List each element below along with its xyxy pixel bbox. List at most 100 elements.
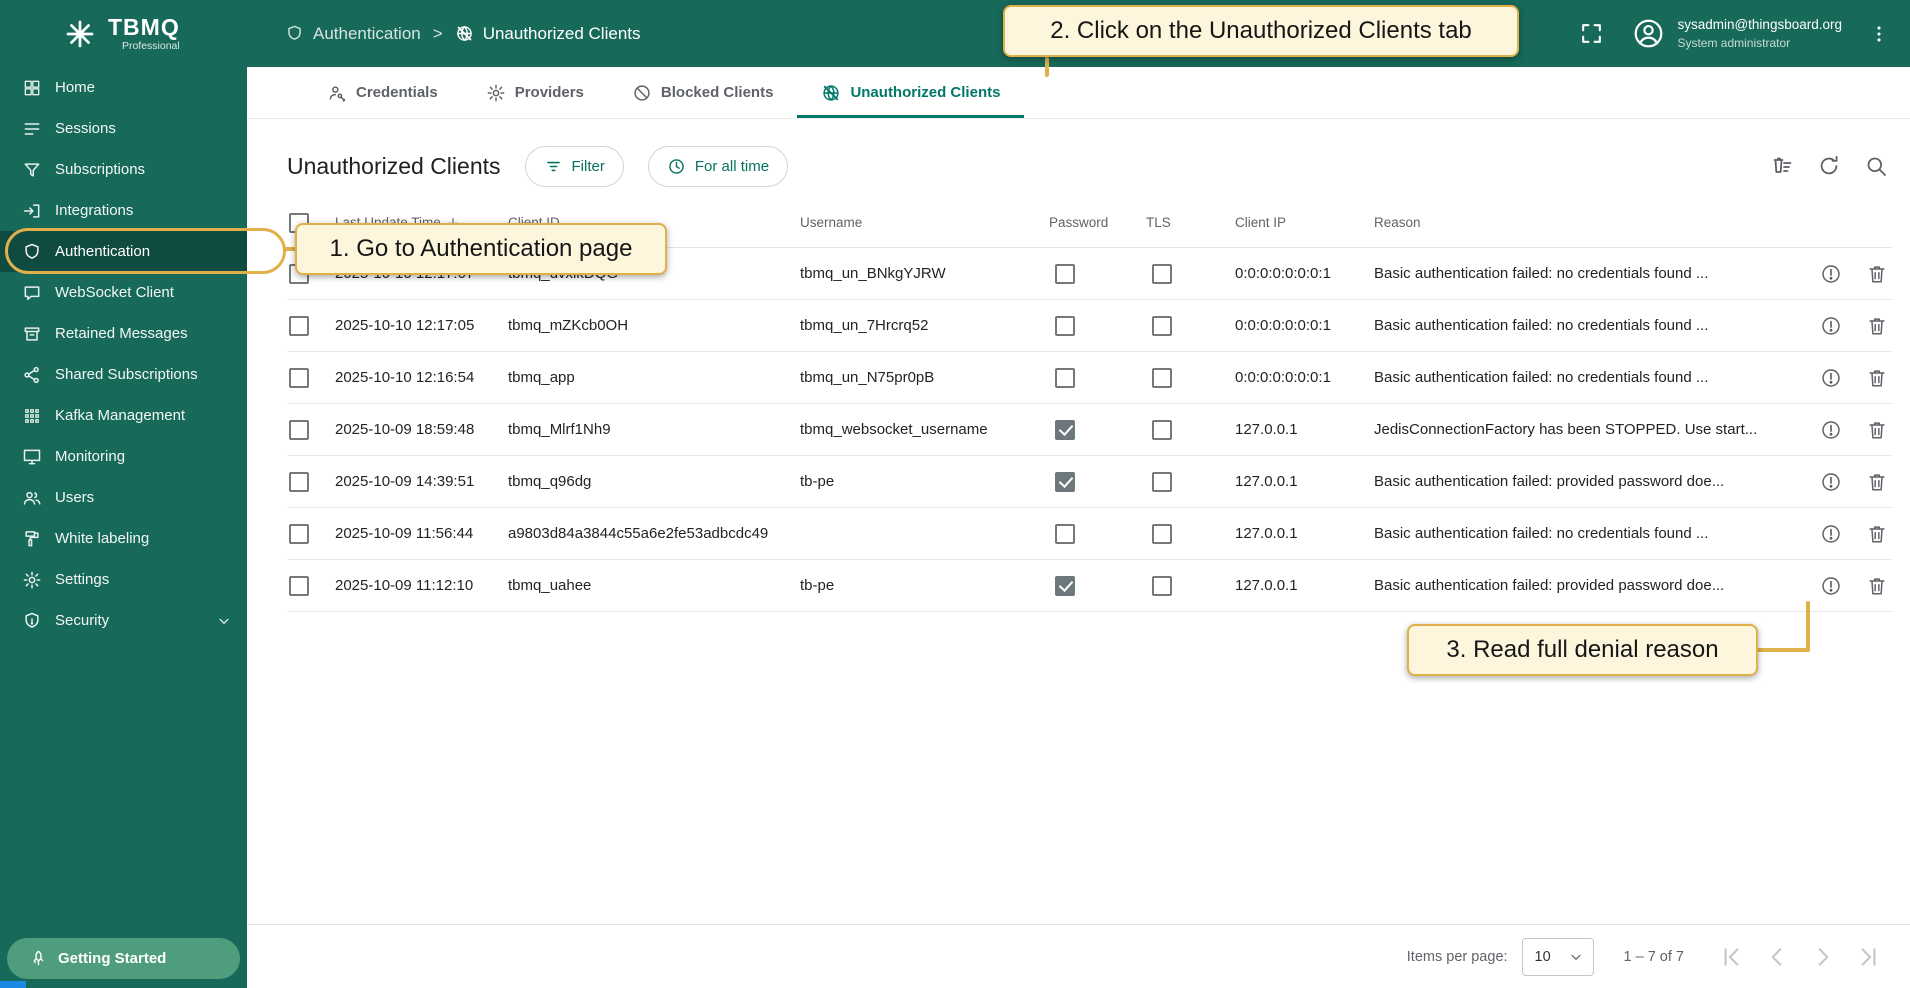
breadcrumb-page-label: Unauthorized Clients	[483, 24, 641, 44]
user-email: sysadmin@thingsboard.org	[1677, 17, 1842, 33]
reason-details-icon[interactable]	[1820, 419, 1842, 441]
tab-providers[interactable]: Providers	[462, 67, 608, 118]
avatar[interactable]	[1632, 17, 1665, 50]
sidebar-item-white-labeling[interactable]: White labeling	[0, 518, 247, 559]
delete-row-icon[interactable]	[1866, 367, 1888, 389]
delete-row-icon[interactable]	[1866, 315, 1888, 337]
cell-last-update-time: 2025-10-10 12:17:05	[335, 317, 508, 334]
sidebar-item-security[interactable]: Security	[0, 600, 247, 641]
reason-details-icon[interactable]	[1820, 367, 1842, 389]
cell-last-update-time: 2025-10-10 12:16:54	[335, 369, 508, 386]
tab-credentials[interactable]: Credentials	[303, 67, 462, 118]
table-row[interactable]: 2025-10-09 18:59:48 tbmq_Mlrf1Nh9 tbmq_w…	[287, 404, 1892, 456]
shield-icon	[285, 24, 304, 43]
sidebar-item-label: Monitoring	[55, 448, 125, 465]
cell-username: tb-pe	[800, 577, 1049, 594]
breadcrumb-authentication[interactable]: Authentication	[285, 24, 421, 44]
password-checkbox	[1055, 576, 1075, 596]
row-checkbox[interactable]	[289, 524, 309, 544]
row-checkbox[interactable]	[289, 316, 309, 336]
password-checkbox	[1055, 316, 1075, 336]
reason-details-icon[interactable]	[1820, 523, 1842, 545]
sidebar-item-label: Kafka Management	[55, 407, 185, 424]
cell-last-update-time: 2025-10-09 11:12:10	[335, 577, 508, 594]
first-page-icon[interactable]	[1718, 944, 1744, 970]
sidebar-item-shared-subscriptions[interactable]: Shared Subscriptions	[0, 354, 247, 395]
row-checkbox[interactable]	[289, 420, 309, 440]
tab-blocked-clients[interactable]: Blocked Clients	[608, 67, 798, 118]
sidebar-item-label: Shared Subscriptions	[55, 366, 198, 383]
sidebar-item-subscriptions[interactable]: Subscriptions	[0, 149, 247, 190]
providers-icon	[486, 83, 506, 103]
cell-last-update-time: 2025-10-09 18:59:48	[335, 421, 508, 438]
callout-step1: 1. Go to Authentication page	[295, 223, 667, 275]
delete-row-icon[interactable]	[1866, 471, 1888, 493]
filter-button[interactable]: Filter	[525, 146, 624, 187]
row-checkbox[interactable]	[289, 368, 309, 388]
user-role: System administrator	[1677, 35, 1842, 51]
sidebar-item-integrations[interactable]: Integrations	[0, 190, 247, 231]
column-header-client-ip: Client IP	[1235, 215, 1374, 230]
cell-client-id: tbmq_Mlrf1Nh9	[508, 421, 800, 438]
sidebar-item-home[interactable]: Home	[0, 67, 247, 108]
sidebar-item-settings[interactable]: Settings	[0, 559, 247, 600]
column-header-reason: Reason	[1374, 215, 1788, 230]
sidebar-item-label: Users	[55, 489, 94, 506]
delete-row-icon[interactable]	[1866, 263, 1888, 285]
getting-started-button[interactable]: Getting Started	[7, 938, 240, 979]
time-range-button[interactable]: For all time	[648, 146, 788, 187]
reason-details-icon[interactable]	[1820, 471, 1842, 493]
table-row[interactable]: 2025-10-09 11:56:44 a9803d84a3844c55a6e2…	[287, 508, 1892, 560]
search-icon[interactable]	[1864, 154, 1888, 178]
cell-client-id: tbmq_mZKcb0OH	[508, 317, 800, 334]
pagination-nav	[1718, 944, 1882, 970]
tls-checkbox	[1152, 420, 1172, 440]
delete-row-icon[interactable]	[1866, 575, 1888, 597]
delete-row-icon[interactable]	[1866, 419, 1888, 441]
cell-reason: Basic authentication failed: no credenti…	[1374, 369, 1788, 386]
table-row[interactable]: 2025-10-10 12:17:05 tbmq_mZKcb0OH tbmq_u…	[287, 300, 1892, 352]
fullscreen-icon[interactable]	[1579, 21, 1604, 46]
breadcrumb-section-label: Authentication	[313, 24, 421, 44]
delete-all-icon[interactable]	[1770, 154, 1794, 178]
brand[interactable]: TBMQ Professional	[0, 0, 247, 67]
sidebar-item-sessions[interactable]: Sessions	[0, 108, 247, 149]
password-checkbox	[1055, 524, 1075, 544]
tls-checkbox	[1152, 368, 1172, 388]
reason-details-icon[interactable]	[1820, 575, 1842, 597]
last-page-icon[interactable]	[1856, 944, 1882, 970]
sidebar-item-retained-messages[interactable]: Retained Messages	[0, 313, 247, 354]
paginator: Items per page: 10 1 – 7 of 7	[247, 924, 1910, 988]
tls-checkbox	[1152, 264, 1172, 284]
table-row[interactable]: 2025-10-10 12:16:54 tbmq_app tbmq_un_N75…	[287, 352, 1892, 404]
toolbar: Unauthorized Clients Filter For all time	[247, 136, 1910, 196]
previous-page-icon[interactable]	[1764, 944, 1790, 970]
cell-client-id: a9803d84a3844c55a6e2fe53adbcdc49	[508, 525, 800, 542]
cell-reason: Basic authentication failed: no credenti…	[1374, 525, 1788, 542]
sidebar-item-websocket-client[interactable]: WebSocket Client	[0, 272, 247, 313]
reason-details-icon[interactable]	[1820, 263, 1842, 285]
next-page-icon[interactable]	[1810, 944, 1836, 970]
reason-details-icon[interactable]	[1820, 315, 1842, 337]
items-per-page-label: Items per page:	[1407, 949, 1508, 965]
table-row[interactable]: 2025-10-09 14:39:51 tbmq_q96dg tb-pe 127…	[287, 456, 1892, 508]
sidebar-item-label: Security	[55, 612, 109, 629]
row-checkbox[interactable]	[289, 576, 309, 596]
sidebar-item-kafka-management[interactable]: Kafka Management	[0, 395, 247, 436]
globe-off-icon	[455, 24, 474, 43]
tab-unauthorized-clients[interactable]: Unauthorized Clients	[797, 67, 1024, 118]
page-size-select[interactable]: 10	[1522, 938, 1594, 976]
sidebar-item-users[interactable]: Users	[0, 477, 247, 518]
cell-client-ip: 127.0.0.1	[1235, 577, 1374, 594]
tab-label: Unauthorized Clients	[850, 84, 1000, 101]
retained-messages-icon	[22, 324, 42, 344]
refresh-icon[interactable]	[1817, 154, 1841, 178]
table-row[interactable]: 2025-10-09 11:12:10 tbmq_uahee tb-pe 127…	[287, 560, 1892, 612]
delete-row-icon[interactable]	[1866, 523, 1888, 545]
sidebar-item-monitoring[interactable]: Monitoring	[0, 436, 247, 477]
row-checkbox[interactable]	[289, 472, 309, 492]
subscriptions-icon	[22, 160, 42, 180]
more-vert-icon[interactable]	[1868, 23, 1890, 45]
cell-username: tbmq_un_N75pr0pB	[800, 369, 1049, 386]
column-header-username[interactable]: Username	[800, 215, 1049, 230]
